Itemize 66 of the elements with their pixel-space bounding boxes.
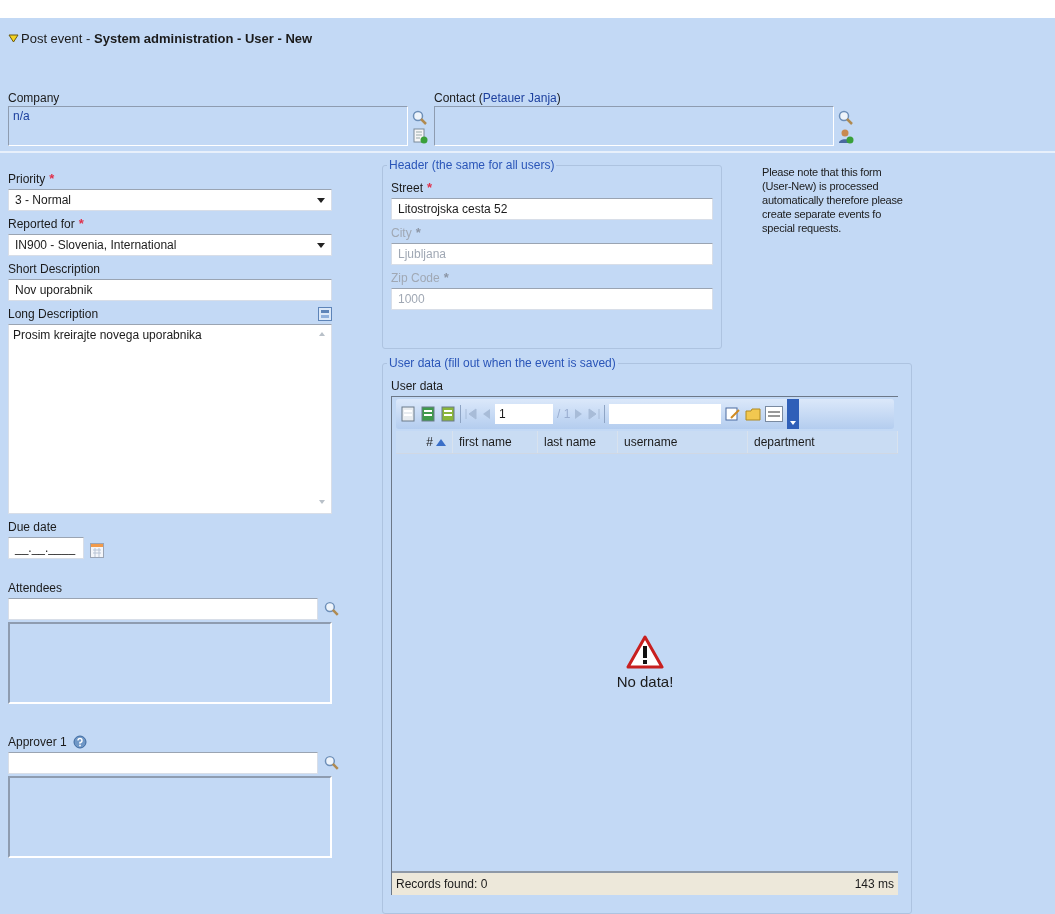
overflow-icon[interactable]: [787, 399, 800, 429]
required-mark: *: [443, 270, 449, 285]
page-field[interactable]: 1: [495, 404, 553, 424]
lookup-field[interactable]: [8, 752, 319, 774]
field-label: Priority *: [8, 171, 56, 187]
filter-field[interactable]: [609, 404, 722, 424]
dropdown[interactable]: 3 - Normal: [8, 189, 332, 211]
help-icon[interactable]: [72, 735, 87, 749]
dropdown[interactable]: IN900 - Slovenia, International: [8, 234, 332, 256]
document-icon[interactable]: [400, 406, 416, 422]
search-icon[interactable]: [838, 110, 854, 126]
column-header[interactable]: username: [618, 431, 748, 453]
field-label: Zip Code *: [391, 270, 450, 286]
contact-field[interactable]: [434, 106, 834, 146]
column-header[interactable]: first name: [453, 431, 538, 453]
field-label: Long Description: [8, 306, 99, 322]
company-field[interactable]: n/a: [8, 106, 408, 146]
required-mark: *: [427, 180, 433, 195]
previous-page-icon[interactable]: [481, 407, 491, 421]
field-label: Reported for *: [8, 216, 85, 232]
search-icon[interactable]: [412, 110, 428, 126]
add-person-icon[interactable]: [838, 128, 854, 144]
warning-icon: [626, 635, 664, 669]
spreadsheet-icon[interactable]: [420, 406, 436, 422]
field-label: User data: [391, 378, 445, 394]
field-label: Street *: [391, 180, 434, 196]
notebook-icon[interactable]: [440, 406, 456, 422]
required-mark: *: [49, 171, 55, 186]
empty-message: No data!: [616, 673, 674, 690]
column-header[interactable]: department: [748, 431, 898, 453]
text-area[interactable]: Prosim kreirajte novega uporabnika: [8, 324, 332, 514]
group-legend: User data (fill out when the event is saved): [387, 356, 618, 370]
caret-icon: [317, 197, 325, 203]
page-title: Post event - System administration - User - New: [21, 30, 313, 46]
text-field[interactable]: Nov uporabnik: [8, 279, 332, 301]
edit-icon[interactable]: [725, 406, 742, 422]
first-page-icon[interactable]: [465, 407, 477, 421]
column-header[interactable]: last name: [538, 431, 618, 453]
folder-icon[interactable]: [745, 406, 762, 422]
field-label: Company: [8, 90, 61, 106]
field-label: Short Description: [8, 261, 102, 277]
field-label: Attendees: [8, 580, 63, 596]
date-field[interactable]: __.__.____: [8, 537, 84, 559]
window-icon[interactable]: [318, 307, 332, 321]
records-count: Records found: 0: [396, 877, 488, 891]
required-mark: *: [415, 225, 421, 240]
search-icon[interactable]: [324, 755, 340, 771]
expanded-triangle-icon[interactable]: [8, 33, 19, 43]
selection-list[interactable]: [8, 622, 332, 704]
add-document-icon[interactable]: [412, 128, 428, 144]
group-legend: Header (the same for all users): [387, 158, 557, 172]
lookup-field[interactable]: [8, 598, 319, 620]
required-mark: *: [78, 216, 84, 231]
caret-icon: [317, 242, 325, 248]
field-label: Approver 1: [8, 734, 67, 750]
field-label: Contact (Petauer Janja): [434, 90, 562, 106]
search-icon[interactable]: [324, 601, 340, 617]
text-field[interactable]: Litostrojska cesta 52: [391, 198, 713, 220]
column-header[interactable]: #: [396, 431, 453, 453]
last-page-icon[interactable]: [588, 407, 601, 421]
field-label: City *: [391, 225, 422, 241]
query-time: 143 ms: [854, 877, 894, 891]
field-label: Due date: [8, 519, 58, 535]
form-note: Please note that this form (User-New) is processed automatically therefore please create separate events fo special requests.: [762, 165, 904, 235]
selection-list[interactable]: [8, 776, 332, 858]
calendar-icon[interactable]: [90, 541, 104, 558]
